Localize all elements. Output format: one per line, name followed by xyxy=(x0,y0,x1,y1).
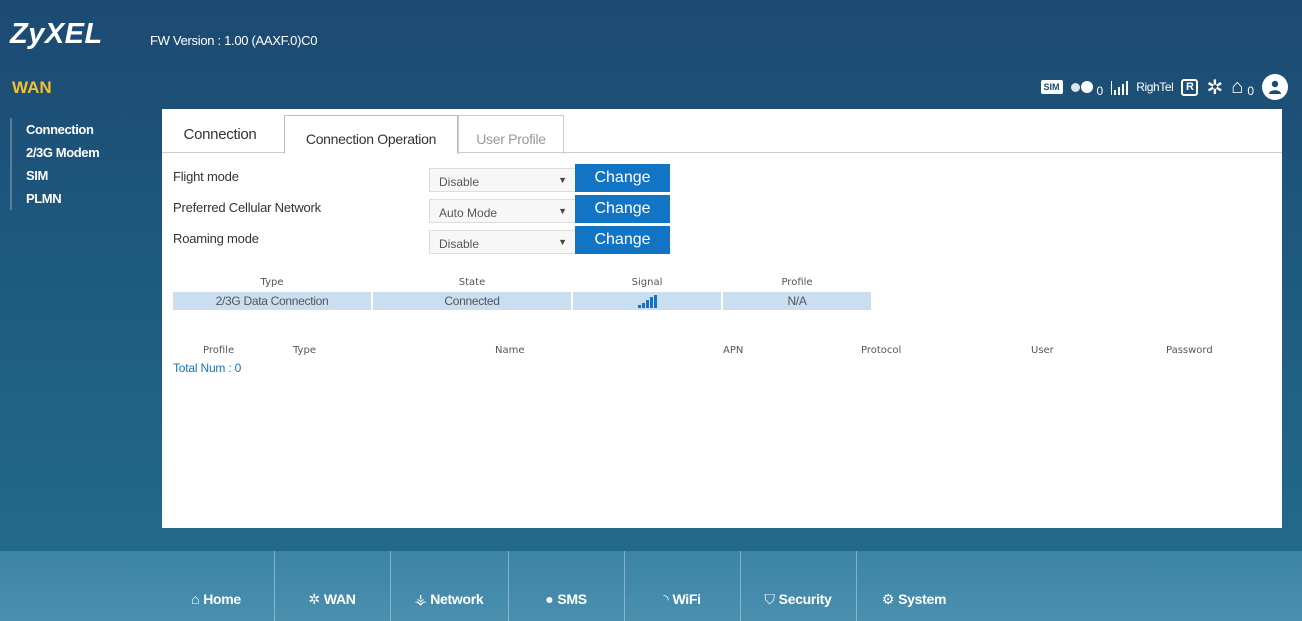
sms-icon: ● xyxy=(545,591,554,607)
col-user: User xyxy=(1031,345,1054,356)
col-state: State xyxy=(458,277,486,288)
chevron-down-icon: ▼ xyxy=(558,237,567,247)
globe-icon: ✲ xyxy=(308,590,320,607)
sms-icon[interactable] xyxy=(1070,81,1093,93)
nav-home-label: Home xyxy=(203,591,241,607)
signal-icon xyxy=(1111,79,1129,95)
roaming-mode-change-button[interactable]: Change xyxy=(575,226,670,254)
nav-network[interactable]: ⚶ Network xyxy=(390,551,508,621)
home-icon: ⌂ xyxy=(191,591,200,607)
zyxel-logo: ZyXEL xyxy=(10,18,103,50)
wifi-icon: ◝ xyxy=(663,590,669,607)
bottom-nav: ⌂ Home ✲ WAN ⚶ Network ● SMS ◝ WiFi ⛉ Security… xyxy=(0,551,1302,621)
col-password: Password xyxy=(1166,345,1213,356)
firmware-version: FW Version : 1.00 (AAXF.0)C0 xyxy=(150,33,318,48)
router-count: 0 xyxy=(1247,84,1254,98)
top-bar: ZyXEL FW Version : 1.00 (AAXF.0)C0 xyxy=(0,0,1302,75)
flight-mode-select[interactable]: Disable ▼ xyxy=(429,168,576,192)
chevron-down-icon: ▼ xyxy=(558,175,567,185)
nav-home[interactable]: ⌂ Home xyxy=(158,551,274,621)
sim-icon: SIM xyxy=(1040,80,1063,94)
sidebar-item-modem[interactable]: 2/3G Modem xyxy=(26,141,150,164)
nav-wan-label: WAN xyxy=(323,591,356,607)
preferred-network-label: Preferred Cellular Network xyxy=(173,200,321,215)
shield-icon: ⛉ xyxy=(764,590,775,607)
flight-mode-row: Flight mode Disable ▼ Change xyxy=(173,164,673,192)
nav-wan[interactable]: ✲ WAN xyxy=(274,551,390,621)
connection-status-table: Type State Signal Profile 2/3G Data Conn… xyxy=(173,275,873,310)
roaming-mode-label: Roaming mode xyxy=(173,231,259,246)
tab-user-profile[interactable]: User Profile xyxy=(458,115,564,154)
nav-system[interactable]: ⚙ System xyxy=(856,551,972,621)
sidebar-item-sim[interactable]: SIM xyxy=(26,164,150,187)
page-title: WAN xyxy=(12,78,52,97)
nav-wifi[interactable]: ◝ WiFi xyxy=(624,551,740,621)
cell-signal xyxy=(573,292,721,310)
nav-network-label: Network xyxy=(430,591,484,607)
operator-name: RighTel xyxy=(1136,80,1174,94)
status-icons: SIM 0 RighTel R ✲ ⌂ 0 xyxy=(1040,73,1288,101)
router-icon[interactable]: ⌂ xyxy=(1231,76,1243,99)
sidebar: Connection 2/3G Modem SIM PLMN xyxy=(10,118,150,210)
col-name: Name xyxy=(495,345,525,356)
sidebar-item-connection[interactable]: Connection xyxy=(26,118,150,141)
sms-count: 0 xyxy=(1096,84,1104,98)
preferred-network-row: Preferred Cellular Network Auto Mode ▼ C… xyxy=(173,195,673,223)
table-row: 2/3G Data Connection Connected N/A xyxy=(173,292,873,310)
col-type: Type xyxy=(260,277,284,288)
roaming-mode-value: Disable xyxy=(439,237,480,251)
nav-security[interactable]: ⛉ Security xyxy=(740,551,856,621)
roaming-icon: R xyxy=(1181,78,1199,96)
network-icon: ⚶ xyxy=(414,590,427,607)
cell-type: 2/3G Data Connection xyxy=(173,292,371,310)
preferred-network-select[interactable]: Auto Mode ▼ xyxy=(429,199,576,223)
cell-profile: N/A xyxy=(723,292,871,310)
nav-system-label: System xyxy=(898,591,947,607)
cell-state: Connected xyxy=(373,292,571,310)
col-profile: Profile xyxy=(781,277,813,288)
preferred-network-change-button[interactable]: Change xyxy=(575,195,670,223)
main-panel: Connection Connection Operation User Pro… xyxy=(162,109,1282,528)
system-icon: ⚙ xyxy=(881,590,895,607)
col-profile: Profile xyxy=(203,345,235,356)
nav-sms[interactable]: ● SMS xyxy=(508,551,624,621)
col-protocol: Protocol xyxy=(861,345,902,356)
tab-bar: Connection Connection Operation User Pro… xyxy=(162,109,1282,154)
chevron-down-icon: ▼ xyxy=(558,206,567,216)
signal-bars-icon xyxy=(637,295,657,309)
tab-connection[interactable]: Connection xyxy=(170,115,270,154)
preferred-network-value: Auto Mode xyxy=(439,206,498,220)
col-type: Type xyxy=(293,345,316,356)
sidebar-item-plmn[interactable]: PLMN xyxy=(26,187,150,210)
nav-sms-label: SMS xyxy=(557,591,587,607)
tab-connection-operation[interactable]: Connection Operation xyxy=(284,115,458,154)
nav-security-label: Security xyxy=(778,591,832,607)
flight-mode-change-button[interactable]: Change xyxy=(575,164,670,192)
total-count: Total Num : 0 xyxy=(173,361,242,375)
roaming-mode-row: Roaming mode Disable ▼ Change xyxy=(173,226,673,254)
roaming-mode-select[interactable]: Disable ▼ xyxy=(429,230,576,254)
col-signal: Signal xyxy=(631,277,663,288)
nav-wifi-label: WiFi xyxy=(672,591,701,607)
globe-icon[interactable]: ✲ xyxy=(1206,75,1223,100)
flight-mode-label: Flight mode xyxy=(173,169,239,184)
user-icon[interactable] xyxy=(1262,74,1288,100)
flight-mode-value: Disable xyxy=(439,175,480,189)
col-apn: APN xyxy=(723,345,744,356)
